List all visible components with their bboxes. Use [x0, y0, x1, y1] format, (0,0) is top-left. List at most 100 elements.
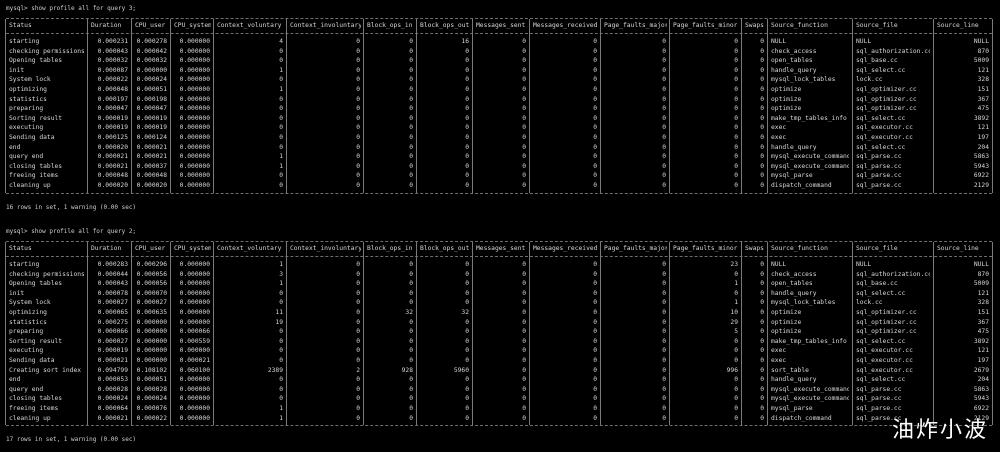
table-cell: 0.000051: [136, 376, 167, 384]
table-cell: make_tmp_tables_info: [771, 114, 847, 122]
table-cell: 0: [593, 57, 597, 65]
table-cell: 0: [356, 270, 360, 278]
table-cell: sort_table: [771, 366, 809, 374]
table-cell: sql_executor.cc: [856, 124, 913, 132]
table-cell: 0.000000: [179, 105, 210, 113]
table-cell: 29: [730, 318, 738, 326]
table-cell: 0.000032: [136, 57, 167, 65]
column-header: Source_file: [856, 245, 898, 252]
column-header: Page_faults_major: [604, 22, 667, 29]
table-cell: 0.000000: [179, 38, 210, 45]
table-cell: 0: [356, 153, 360, 161]
table-cell: 0.000065: [97, 309, 128, 316]
table-cell: 0.000047: [136, 105, 167, 113]
table-cell: 0: [734, 38, 738, 45]
table-cell: 0.000000: [179, 95, 210, 103]
table-cell: 0: [409, 299, 413, 307]
table-cell: NULL: [973, 261, 989, 268]
table-cell: 0: [522, 182, 526, 189]
table-cell: 0: [465, 405, 469, 412]
column-header: Source_line: [937, 245, 979, 252]
table-cell: lock.cc: [856, 299, 883, 307]
watermark: 油炸小波: [891, 418, 988, 443]
column-separator: [472, 242, 473, 426]
column-separator: [767, 19, 768, 193]
table-cell: 0.000042: [136, 47, 167, 55]
table-cell: 0: [662, 182, 666, 189]
table-cell: 0.000000: [179, 86, 210, 93]
table-cell: 0: [522, 347, 526, 355]
table-cell: 0: [279, 76, 283, 84]
table-cell: end: [9, 376, 21, 384]
table-cell: 0: [465, 395, 469, 403]
table-cell: 2129: [973, 182, 989, 189]
table-cell: 0.000044: [97, 270, 128, 278]
table-cell: 328: [977, 76, 989, 84]
table-cell: 0: [522, 318, 526, 326]
table-cell: 0.000635: [136, 309, 167, 316]
table-cell: 0: [760, 114, 764, 122]
table-cell: 0: [734, 337, 738, 345]
table-cell: 0: [356, 357, 360, 364]
table-cell: Opening tables: [9, 280, 63, 288]
table-cell: 0: [662, 143, 666, 151]
table-cell: 0.000056: [136, 280, 167, 288]
table-cell: executing: [9, 124, 44, 132]
table-cell: 0: [734, 76, 738, 84]
table-cell: 0: [593, 105, 597, 113]
table-cell: 1: [279, 414, 283, 422]
table-cell: NULL: [856, 261, 872, 268]
table-cell: sql_authorization.cc: [856, 47, 930, 55]
table-cell: 0: [465, 347, 469, 355]
table-cell: 0.000053: [97, 376, 128, 384]
table-cell: dispatch_command: [771, 414, 832, 422]
table-cell: 0: [593, 299, 597, 307]
table-cell: 0: [662, 347, 666, 355]
table-cell: 0: [760, 47, 764, 55]
table-cell: 0.000020: [97, 143, 128, 151]
table-cell: 0.000019: [97, 114, 128, 122]
table-cell: 0: [409, 134, 413, 141]
table-cell: 0: [465, 182, 469, 189]
table-cell: 0.000021: [97, 162, 128, 170]
table-cell: 197: [977, 357, 989, 364]
table-cell: 0: [522, 414, 526, 422]
table-cell: 121: [977, 347, 989, 355]
table-cell: 0: [760, 172, 764, 180]
table-cell: 0: [593, 182, 597, 189]
table-border-header: [6, 33, 992, 34]
table-cell: 0: [465, 376, 469, 384]
table-cell: 0: [465, 153, 469, 161]
table-cell: 0: [465, 162, 469, 170]
column-header: CPU_system: [174, 245, 211, 252]
table-cell: 0.000021: [97, 357, 128, 364]
table-cell: optimizing: [9, 309, 47, 316]
table-cell: 0: [760, 38, 764, 45]
table-cell: 0: [409, 337, 413, 345]
table-cell: 0: [279, 172, 283, 180]
table-cell: 0: [760, 95, 764, 103]
table-cell: 0: [760, 395, 764, 403]
table-cell: 0.000000: [179, 395, 210, 403]
table-cell: 0: [279, 95, 283, 103]
table-cell: 0: [522, 395, 526, 403]
table-cell: 0: [522, 309, 526, 316]
table-cell: 0: [734, 405, 738, 412]
column-separator: [529, 19, 530, 193]
table-cell: 0: [522, 405, 526, 412]
column-header: Status: [9, 245, 32, 252]
table-border-header: [6, 256, 992, 257]
table-border-top: [6, 18, 992, 19]
table-cell: 0.000000: [179, 162, 210, 170]
table-cell: 0: [760, 289, 764, 297]
table-cell: 0: [760, 385, 764, 393]
table-cell: optimize: [771, 318, 802, 326]
column-header: Source_file: [856, 22, 898, 29]
column-header: Block_ops_out: [420, 22, 470, 29]
table-cell: open_tables: [771, 280, 813, 288]
column-header: Source_function: [771, 22, 828, 29]
table-cell: 10: [730, 309, 738, 316]
terminal-window[interactable]: mysql> show profile all for query 3; Stat…: [0, 0, 1000, 452]
table-cell: 0: [734, 124, 738, 132]
table-cell: System lock: [9, 299, 51, 307]
